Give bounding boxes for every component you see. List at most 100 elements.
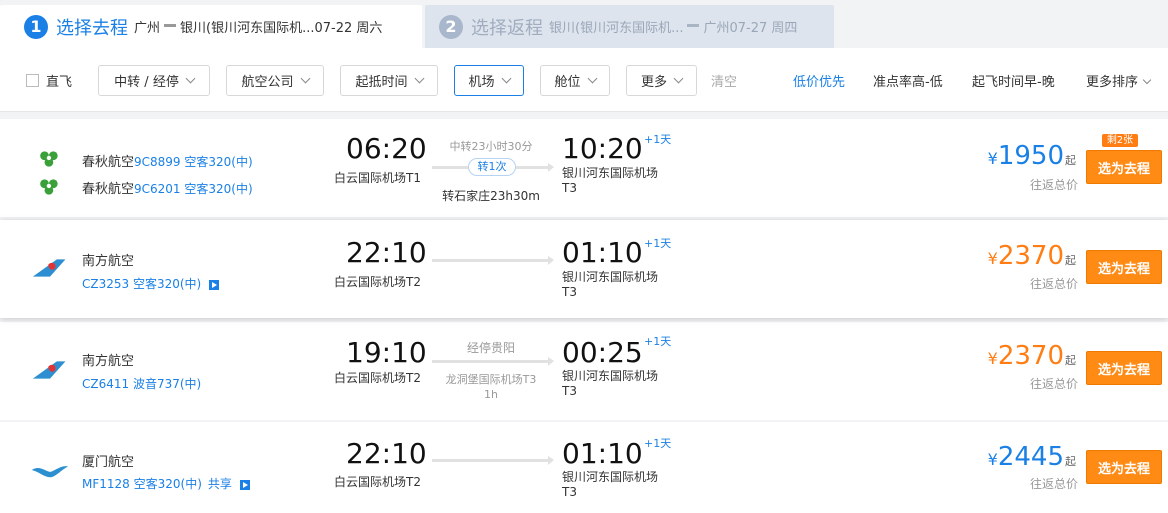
arrival-time: 00:25 [562,336,643,369]
tab-outbound[interactable]: 1 选择去程 广州 银川(银川河东国际机...07-22 周六 [0,5,422,48]
arrival-airport-name: 银川河东国际机场 [562,166,659,180]
route-line [432,456,554,465]
step-title-outbound: 选择去程 [56,17,128,39]
round-trip-note: 往返总价 [1030,178,1079,192]
chevron-down-icon [587,73,597,84]
china-southern-logo [32,361,66,379]
stopover-airport: 龙洞堡国际机场T3 1h [425,372,557,402]
price: ¥2445起 [988,442,1076,472]
flight-row[interactable]: 厦门航空 MF1128 空客320(中) 共享 22:10 白云国际机场T2 01… [0,422,1168,513]
chevron-down-icon [673,73,684,84]
stopover-airport-name: 龙洞堡国际机场T3 [445,373,537,386]
departure-airport: 白云国际机场T2 [334,275,421,289]
arrival-airport-name: 银川河东国际机场 [562,470,659,484]
transfer-city: 转石家庄23h30m [442,189,540,203]
arrival-terminal: T3 [562,285,577,299]
transfer-duration: 中转23小时30分 [449,140,533,153]
airline-name: 南方航空 [82,254,135,269]
select-outbound-button[interactable]: 选为去程 [1086,150,1162,184]
select-outbound-button[interactable]: 选为去程 [1086,450,1162,484]
stopover-duration: 1h [484,388,498,401]
arrival-terminal: T3 [562,384,577,398]
select-outbound-button[interactable]: 选为去程 [1086,250,1162,284]
price: ¥2370起 [988,241,1076,271]
step-number-1: 1 [24,14,48,39]
transfer-count-badge[interactable]: 转1次 [468,158,516,176]
departure-time: 06:20 [346,132,427,165]
currency-symbol: ¥ [987,149,998,168]
filter-transfer-label: 中转 / 经停 [114,75,179,90]
round-trip-note: 往返总价 [1030,277,1079,291]
airline-name: 南方航空 [82,354,135,369]
filter-bar: 直飞 中转 / 经停 航空公司 起抵时间 机场 舱位 更多 清空 低价优先 准点… [0,48,1168,112]
price-value: 1950 [997,141,1064,171]
arrival-time: 01:10 [562,437,643,470]
flight-info: CZ3253 空客320(中) [82,275,220,292]
arrival-airport: 银川河东国际机场 T3 [562,470,658,500]
sort-more[interactable]: 更多排序 [1086,71,1152,90]
route-destination-date: 银川(银川河东国际机...07-22 周六 [180,21,383,36]
route-line [432,357,554,366]
chevron-down-icon [501,73,511,84]
airline-leg-2: 春秋航空9C6201 空客320(中) [82,178,253,197]
departure-time: 19:10 [346,336,427,369]
flight-code[interactable]: 9C6201 空客320(中) [134,182,253,196]
flight-row[interactable]: 春秋航空9C8899 空客320(中) 春秋航空9C6201 空客320(中) … [0,119,1168,217]
round-trip-note: 往返总价 [1030,377,1079,391]
departure-airport: 白云国际机场T2 [334,475,421,489]
departure-airport: 白云国际机场T2 [334,371,421,385]
return-origin: 银川(银川河东国际机... [549,21,684,36]
spring-airlines-logo [40,179,58,195]
filter-more[interactable]: 更多 [626,65,697,96]
filter-cabin-label: 舱位 [554,75,581,90]
filter-time[interactable]: 起抵时间 [340,65,438,96]
filter-time-label: 起抵时间 [355,75,408,90]
arrival-airport: 银川河东国际机场 T3 [562,369,658,399]
codeshare-label[interactable]: 共享 [208,477,232,491]
airline-name: 厦门航空 [82,455,135,470]
clear-filters-link[interactable]: 清空 [711,71,737,90]
departure-time: 22:10 [346,236,427,269]
sort-lowest-price[interactable]: 低价优先 [793,71,845,90]
airline-leg-1: 春秋航空9C8899 空客320(中) [82,151,253,170]
spring-airlines-logo [40,151,58,167]
flight-code[interactable]: CZ6411 波音737(中) [82,375,201,392]
arrival-time: 10:20 [562,132,643,165]
plus-day-badge: +1天 [644,335,672,348]
flight-row[interactable]: 南方航空 CZ6411 波音737(中) 19:10 白云国际机场T2 经停贵阳… [0,322,1168,420]
arrival-airport-name: 银川河东国际机场 [562,270,659,284]
stopover-city: 经停贵阳 [466,341,515,355]
airline-name: 春秋航空 [82,155,135,170]
flight-row[interactable]: 南方航空 CZ3253 空客320(中) 22:10 白云国际机场T2 01:1… [0,220,1168,318]
play-icon[interactable] [239,479,250,490]
airline-name: 春秋航空 [82,182,135,197]
flight-code[interactable]: MF1128 空客320(中) [82,477,202,491]
arrival-terminal: T3 [562,181,577,195]
price-suffix: 起 [1065,254,1076,267]
route-origin: 广州 [134,21,161,36]
filter-airport[interactable]: 机场 [454,65,524,96]
filter-cabin[interactable]: 舱位 [540,65,610,96]
direct-checkbox[interactable] [26,74,39,87]
filter-airline[interactable]: 航空公司 [226,65,324,96]
price: ¥1950起 [988,141,1076,171]
return-destination-date: 广州07-27 周四 [703,21,798,36]
filter-transfer[interactable]: 中转 / 经停 [98,65,210,96]
flight-code[interactable]: CZ3253 空客320(中) [82,277,201,291]
price-value: 2370 [997,341,1064,371]
plus-day-badge: +1天 [644,133,672,146]
select-outbound-button[interactable]: 选为去程 [1086,351,1162,385]
chevron-down-icon [300,73,310,84]
sort-departure-time[interactable]: 起飞时间早-晚 [972,71,1055,90]
arrival-time: 01:10 [562,236,643,269]
price-suffix: 起 [1065,455,1076,468]
departure-airport: 白云国际机场T1 [334,171,421,185]
step-title-return: 选择返程 [471,17,543,39]
currency-symbol: ¥ [987,349,998,368]
direct-label[interactable]: 直飞 [46,71,72,90]
play-icon[interactable] [209,279,220,290]
flight-code[interactable]: 9C8899 空客320(中) [134,155,253,169]
china-southern-logo [32,259,66,277]
tab-return[interactable]: 2 选择返程 银川(银川河东国际机... 广州07-27 周四 [425,5,834,48]
sort-punctuality[interactable]: 准点率高-低 [873,71,943,90]
